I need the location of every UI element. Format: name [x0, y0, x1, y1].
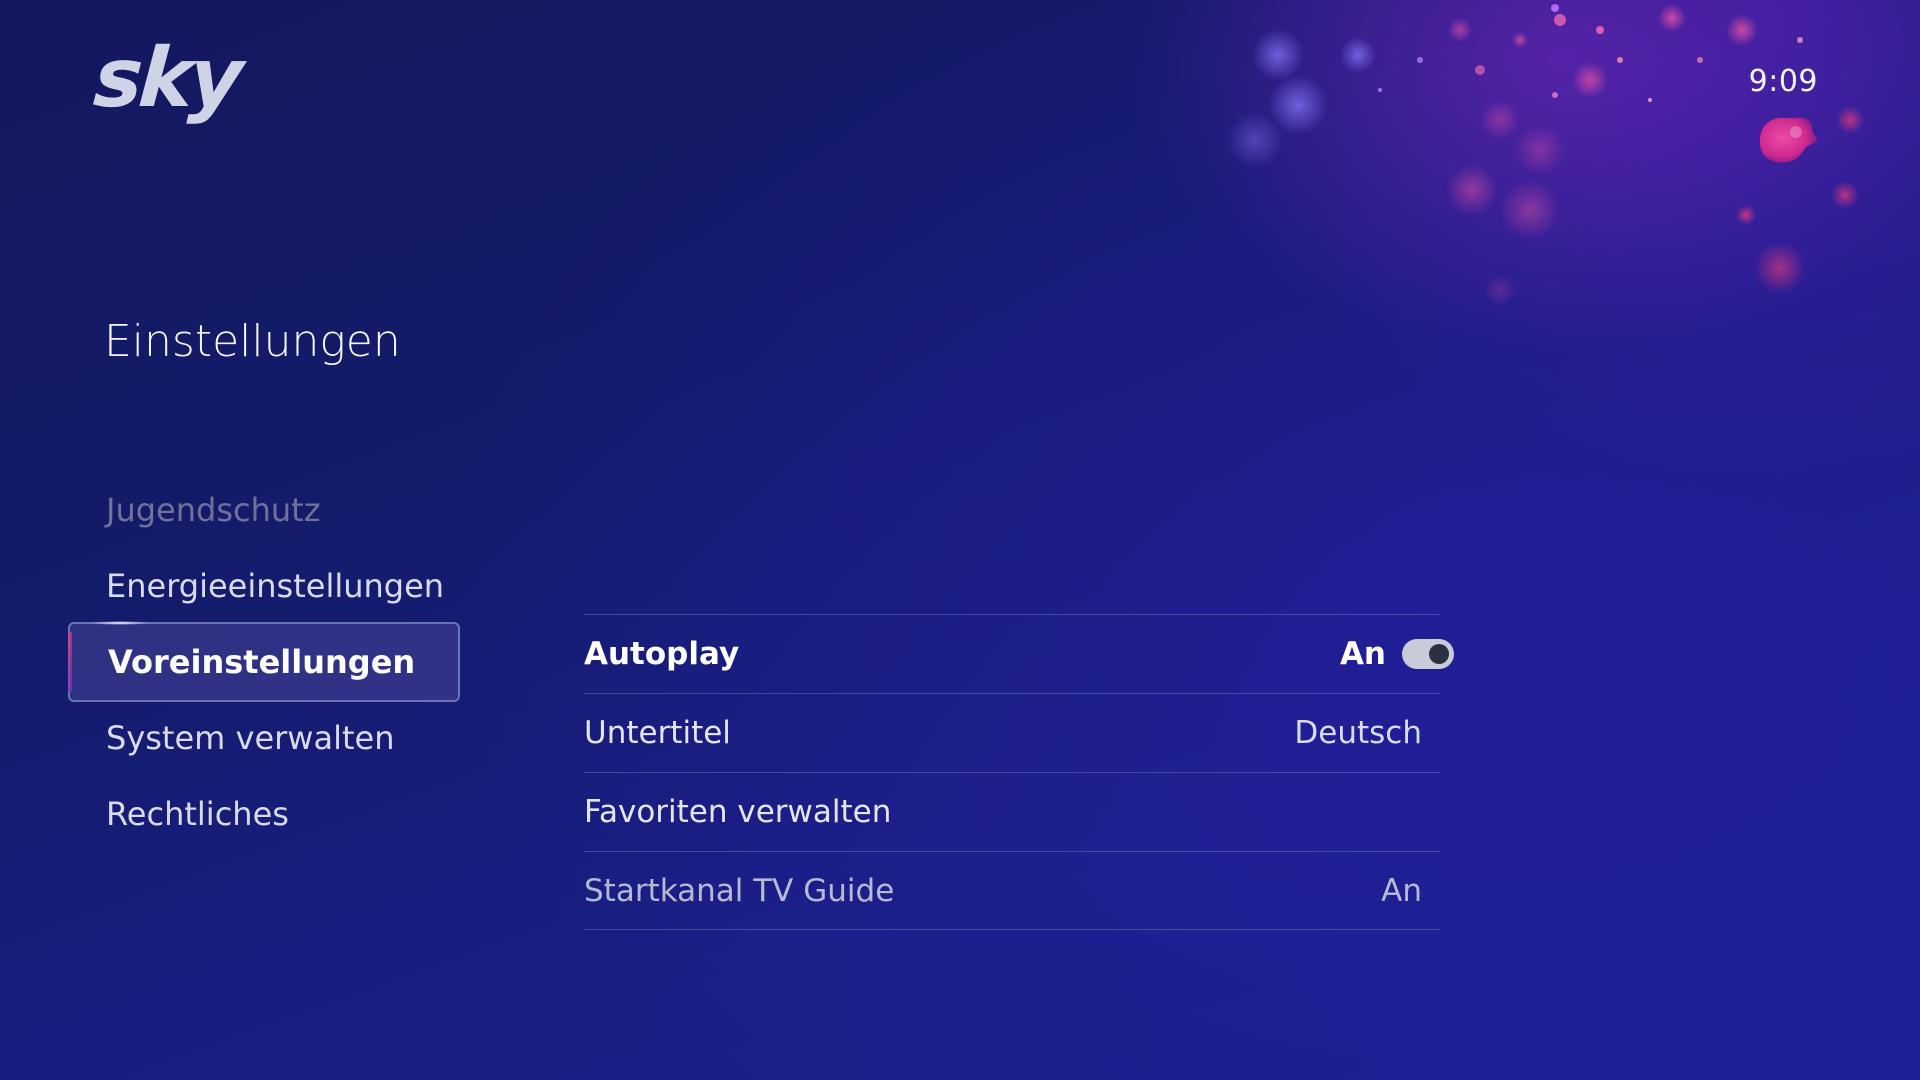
sidebar-item-label: Voreinstellungen	[108, 643, 416, 681]
setting-label: Startkanal TV Guide	[584, 872, 895, 909]
sky-logo: sky	[90, 31, 243, 126]
setting-value: An	[1340, 636, 1454, 672]
sidebar-item-jugendschutz[interactable]: Jugendschutz	[68, 472, 460, 548]
sidebar-item-label: System verwalten	[106, 719, 395, 757]
settings-sidebar: Jugendschutz Energieeinstellungen Vorein…	[68, 472, 460, 852]
sidebar-item-label: Jugendschutz	[106, 491, 321, 529]
settings-list: Autoplay An Untertitel Deutsch Favoriten…	[584, 614, 1454, 930]
sidebar-item-label: Energieeinstellungen	[106, 567, 445, 605]
setting-label: Favoriten verwalten	[584, 794, 892, 830]
setting-row-startkanal-tv-guide[interactable]: Startkanal TV Guide An	[584, 851, 1440, 930]
setting-row-untertitel[interactable]: Untertitel Deutsch	[584, 693, 1440, 772]
profile-avatar-icon[interactable]	[1752, 110, 1822, 170]
toggle-knob	[1429, 644, 1449, 664]
autoplay-toggle[interactable]	[1402, 639, 1454, 669]
sidebar-item-system-verwalten[interactable]: System verwalten	[68, 700, 460, 776]
setting-label: Autoplay	[584, 636, 740, 672]
setting-row-favoriten-verwalten[interactable]: Favoriten verwalten	[584, 772, 1440, 851]
setting-value: An	[1381, 872, 1422, 909]
setting-label: Untertitel	[584, 715, 731, 751]
sidebar-item-energieeinstellungen[interactable]: Energieeinstellungen	[68, 548, 460, 624]
sidebar-item-label: Rechtliches	[106, 795, 289, 833]
setting-row-autoplay[interactable]: Autoplay An	[584, 614, 1454, 693]
sidebar-item-rechtliches[interactable]: Rechtliches	[68, 776, 460, 852]
clock-time: 9:09	[1748, 64, 1818, 99]
page-title: Einstellungen	[104, 316, 401, 367]
autoplay-state-text: An	[1339, 636, 1386, 672]
setting-value: Deutsch	[1294, 715, 1422, 751]
sidebar-item-voreinstellungen[interactable]: Voreinstellungen	[68, 621, 460, 702]
